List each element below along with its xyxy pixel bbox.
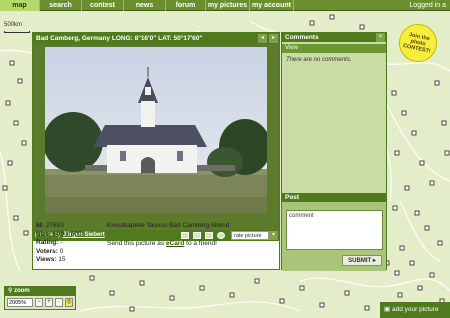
photo-window: Bad Camberg, Germany LONG: 8°16'0" LAT: … [32,32,280,270]
zoom-in-icon[interactable]: + [45,298,53,307]
picture-metadata: Id: 27693 Size: 800 x 600 Rating: - Vote… [36,222,102,265]
zoom-locate-icon[interactable]: ◎ [65,298,73,307]
picture-description: Kreuzkapelle Taunus Bad Camberg Abend [107,222,230,229]
tab-my-pictures[interactable]: my pictures [206,0,250,11]
photo-window-title: Bad Camberg, Germany LONG: 8°16'0" LAT: … [33,33,279,44]
tab-contest[interactable]: contest [82,0,124,11]
tab-search[interactable]: search [40,0,82,11]
comment-textarea[interactable]: comment [286,210,383,250]
tab-map[interactable]: map [0,0,40,11]
voters-value: 0 [59,247,64,255]
magnifier-icon: ⚲ [8,288,13,294]
camera-icon: ▣ [384,306,391,313]
comments-panel: Comments × View There are no comments. P… [281,32,387,271]
zoom-out-icon[interactable]: − [35,298,43,307]
login-status: Logged in a [409,2,446,9]
size-value: 800 x 600 [52,230,82,238]
zoom-label: zoom [14,288,30,294]
tab-news[interactable]: news [124,0,166,11]
views-value: 15 [58,256,66,263]
map-scale-label: 500km [4,22,23,28]
send-prefix: Send this picture as [107,239,165,247]
map-scale-bar [4,31,30,33]
rating-value: - [60,239,63,246]
picture-description-block: Kreuzkapelle Taunus Bad Camberg Abend Se… [107,222,277,248]
next-arrow-icon[interactable]: ▸ [269,34,278,43]
top-navigation: map search contest news forum my picture… [0,0,450,11]
id-label: Id: [36,222,44,229]
rating-label: Rating: [36,239,59,246]
add-picture-label: add your picture [391,306,439,313]
no-comments-text: There are no comments. [286,57,352,63]
view-tab[interactable]: View [282,44,386,53]
id-value: 27693 [45,222,64,229]
tab-my-account[interactable]: my account [250,0,294,11]
send-suffix: to a friend! [186,239,217,247]
post-heading: Post [282,193,386,202]
submit-button[interactable]: SUBMIT ▸ [342,255,382,266]
views-label: Views: [36,256,57,263]
add-picture-button[interactable]: ▣ add your picture [380,302,450,318]
size-label: Size: [36,230,52,238]
photo-image[interactable] [45,47,267,213]
voters-label: Voters: [36,247,58,255]
zoom-reset-icon[interactable]: · [55,298,63,307]
prev-arrow-icon[interactable]: ◂ [258,34,267,43]
ecard-link[interactable]: eCard [166,240,184,247]
tab-forum[interactable]: forum [166,0,206,11]
comments-heading: Comments [282,33,386,42]
zoom-control: ⚲ zoom 2005% − + · ◎ [4,286,76,310]
zoom-level-input[interactable]: 2005% [7,298,33,307]
zoom-heading: ⚲ zoom [5,287,75,296]
photo-area [33,44,279,241]
close-icon[interactable]: × [376,33,385,42]
